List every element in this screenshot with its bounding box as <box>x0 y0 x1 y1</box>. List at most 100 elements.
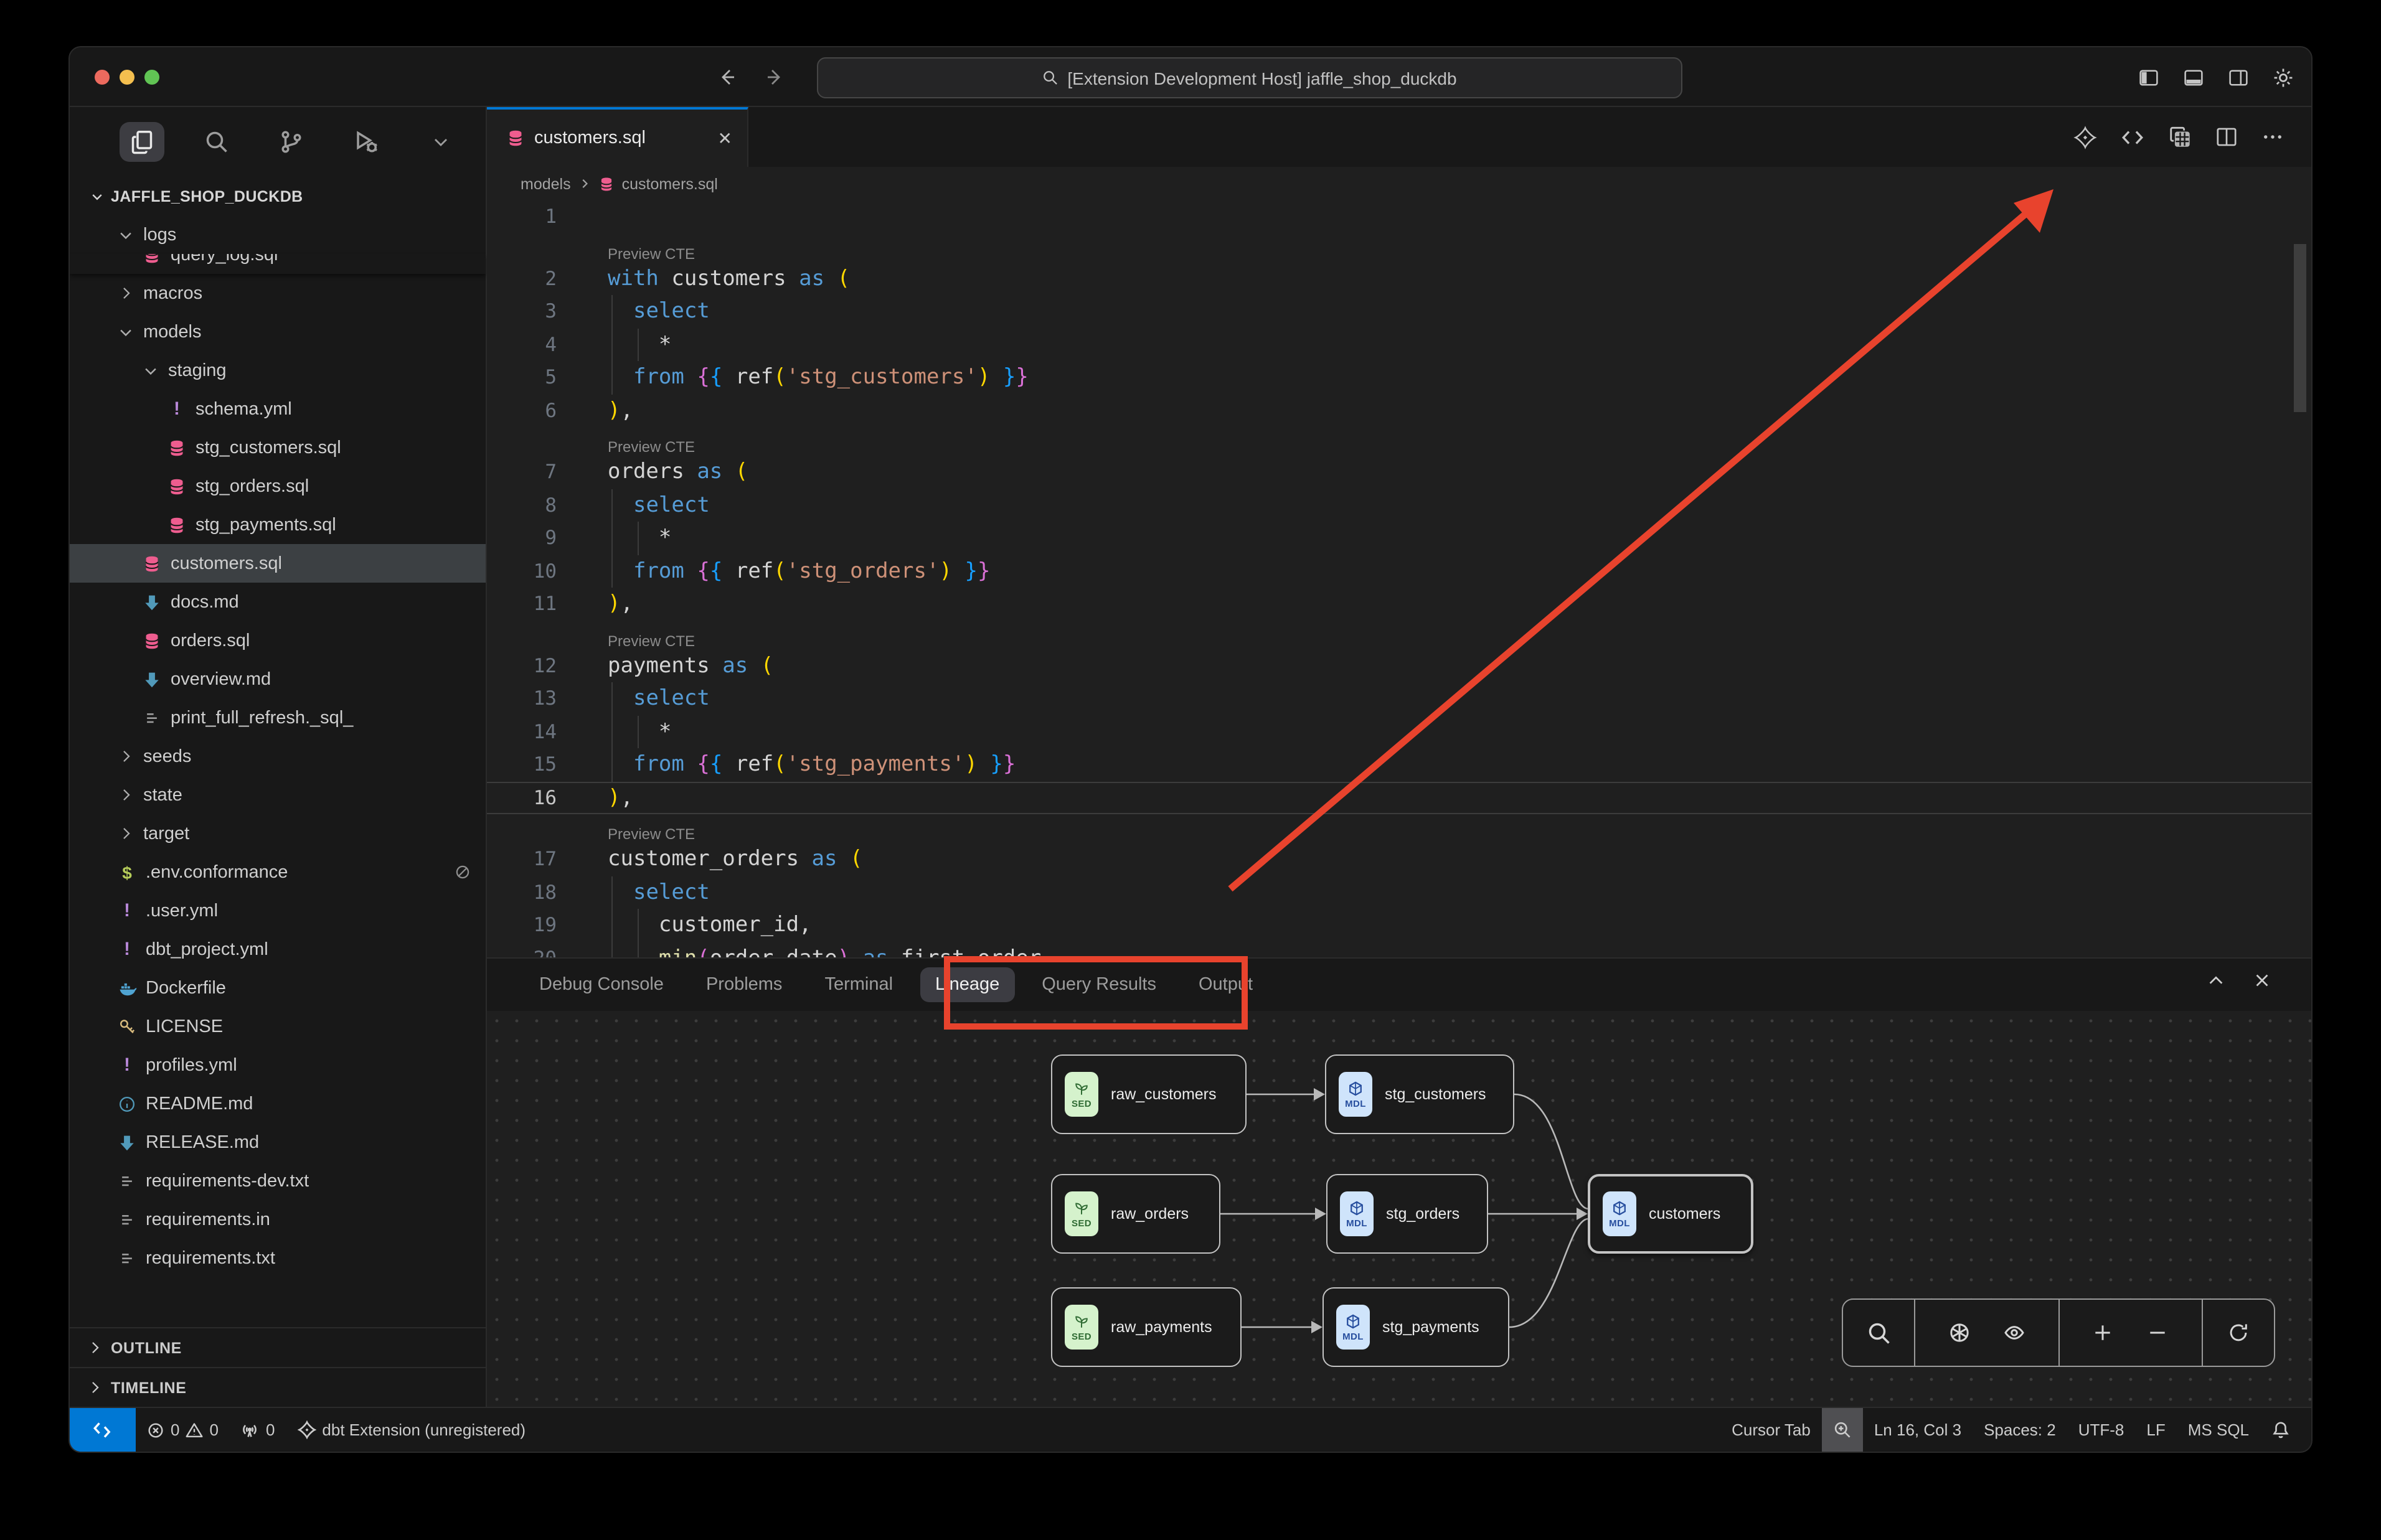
code-area[interactable]: 1Preview CTE2with customers as (3 select… <box>487 200 2311 957</box>
activity-git-branch-icon[interactable] <box>269 122 314 162</box>
lineage-node-raw_customers[interactable]: SEDraw_customers <box>1051 1054 1247 1134</box>
editor-scrollbar[interactable] <box>2294 244 2306 412</box>
tree-item-stg-orders-sql[interactable]: stg_orders.sql <box>70 467 486 505</box>
tree-item-profiles-yml[interactable]: !profiles.yml <box>70 1046 486 1084</box>
maximize-panel-icon[interactable] <box>2207 971 2225 990</box>
tree-item-macros[interactable]: macros <box>70 274 486 312</box>
code-line-17[interactable]: 17customer_orders as ( <box>487 843 2311 876</box>
lineage-eye-icon[interactable] <box>2003 1322 2024 1343</box>
tree-item--env-conformance[interactable]: $.env.conformance <box>70 853 486 891</box>
tree-item-requirements-in[interactable]: requirements.in <box>70 1200 486 1239</box>
dbt-logo-icon[interactable] <box>2073 125 2097 149</box>
tree-item-state[interactable]: state <box>70 776 486 814</box>
code-line-9[interactable]: 9 * <box>487 522 2311 555</box>
code-line-16[interactable]: 16), <box>487 781 2311 814</box>
status-item-lf[interactable]: LF <box>2135 1408 2176 1452</box>
close-panel-icon[interactable] <box>2253 971 2271 990</box>
codelens-preview-cte[interactable]: Preview CTE <box>487 427 2311 456</box>
lineage-plus-icon[interactable] <box>2093 1322 2114 1343</box>
tree-item-readme-md[interactable]: README.md <box>70 1084 486 1123</box>
traffic-lights[interactable] <box>95 70 159 85</box>
tree-item--user-yml[interactable]: !.user.yml <box>70 891 486 930</box>
code-line-15[interactable]: 15 from {{ ref('stg_payments') }} <box>487 748 2311 781</box>
lineage-search-icon[interactable] <box>1866 1320 1891 1345</box>
code-line-18[interactable]: 18 select <box>487 876 2311 909</box>
panel-tab-problems[interactable]: Problems <box>691 967 798 1002</box>
tree-item-schema-yml[interactable]: !schema.yml <box>70 390 486 428</box>
code-line-14[interactable]: 14 * <box>487 715 2311 748</box>
tree-item-dbt-project-yml[interactable]: !dbt_project.yml <box>70 930 486 969</box>
more-actions-icon[interactable] <box>2261 126 2284 148</box>
breadcrumb-folder[interactable]: models <box>521 175 571 192</box>
tree-item-logs[interactable]: logs <box>70 215 486 254</box>
status-item-ms-sql[interactable]: MS SQL <box>2177 1408 2260 1452</box>
code-line-12[interactable]: 12payments as ( <box>487 649 2311 682</box>
tree-item-license[interactable]: LICENSE <box>70 1007 486 1046</box>
status-zoom-icon[interactable] <box>1822 1408 1863 1452</box>
panel-tab-query-results[interactable]: Query Results <box>1027 967 1171 1002</box>
lineage-node-customers[interactable]: MDLcustomers <box>1588 1174 1753 1254</box>
toggle-sidebar-icon[interactable] <box>2138 67 2159 88</box>
tree-item-seeds[interactable]: seeds <box>70 737 486 776</box>
lineage-node-stg_customers[interactable]: MDLstg_customers <box>1325 1054 1514 1134</box>
compiled-code-icon[interactable] <box>2121 125 2144 149</box>
status-item[interactable]: 00 <box>136 1408 230 1452</box>
status-item-cursor-tab[interactable]: Cursor Tab <box>1720 1408 1822 1452</box>
lineage-node-raw_orders[interactable]: SEDraw_orders <box>1051 1174 1220 1254</box>
status-item[interactable]: 0 <box>230 1408 286 1452</box>
status-item-utf-8[interactable]: UTF-8 <box>2067 1408 2136 1452</box>
tree-item-models[interactable]: models <box>70 312 486 351</box>
breadcrumb[interactable]: models customers.sql <box>487 167 2311 200</box>
tree-item-overview-md[interactable]: overview.md <box>70 660 486 698</box>
codelens-preview-cte[interactable]: Preview CTE <box>487 621 2311 649</box>
code-line-5[interactable]: 5 from {{ ref('stg_customers') }} <box>487 361 2311 394</box>
activity-chevron-down-icon[interactable] <box>418 122 463 162</box>
sidebar-section-timeline[interactable]: TIMELINE <box>70 1367 486 1407</box>
code-line-20[interactable]: 20 min(order_date) as first_order, <box>487 942 2311 957</box>
sidebar-section-outline[interactable]: OUTLINE <box>70 1327 486 1367</box>
breadcrumb-file[interactable]: customers.sql <box>622 175 718 192</box>
command-center-search[interactable]: [Extension Development Host] jaffle_shop… <box>817 57 1682 98</box>
lineage-canvas[interactable]: SEDraw_customers MDLstg_customers SEDraw_o… <box>487 1011 2311 1407</box>
toggle-secondary-sidebar-icon[interactable] <box>2228 67 2249 88</box>
code-line-6[interactable]: 6), <box>487 394 2311 427</box>
panel-tab-output[interactable]: Output <box>1184 967 1268 1002</box>
tab-customers-sql[interactable]: customers.sql ✕ <box>487 107 748 167</box>
status-item-spaces-2[interactable]: Spaces: 2 <box>1973 1408 2067 1452</box>
gear-icon[interactable] <box>2273 67 2294 88</box>
code-line-1[interactable]: 1 <box>487 200 2311 233</box>
toggle-panel-icon[interactable] <box>2183 67 2204 88</box>
tree-item-dockerfile[interactable]: Dockerfile <box>70 969 486 1007</box>
query-results-icon[interactable] <box>2168 125 2192 149</box>
tree-item-requirements-dev-txt[interactable]: requirements-dev.txt <box>70 1162 486 1200</box>
activity-files-icon[interactable] <box>120 122 164 162</box>
activity-search-icon[interactable] <box>194 122 239 162</box>
lineage-refresh-icon[interactable] <box>2228 1322 2249 1343</box>
codelens-preview-cte[interactable]: Preview CTE <box>487 814 2311 843</box>
tree-item-customers-sql[interactable]: customers.sql <box>70 544 486 583</box>
back-arrow-icon[interactable] <box>717 67 737 87</box>
tree-item-staging[interactable]: staging <box>70 351 486 390</box>
lineage-minus-icon[interactable] <box>2147 1322 2168 1343</box>
code-line-19[interactable]: 19 customer_id, <box>487 909 2311 942</box>
code-line-7[interactable]: 7orders as ( <box>487 456 2311 489</box>
code-line-4[interactable]: 4 * <box>487 328 2311 361</box>
close-window-button[interactable] <box>95 70 110 85</box>
tree-item-orders-sql[interactable]: orders.sql <box>70 621 486 660</box>
activity-debug-icon[interactable] <box>344 122 389 162</box>
code-line-11[interactable]: 11), <box>487 588 2311 621</box>
tree-item-stg-payments-sql[interactable]: stg_payments.sql <box>70 505 486 544</box>
zoom-window-button[interactable] <box>144 70 159 85</box>
explorer-project-header[interactable]: JAFFLE_SHOP_DUCKDB <box>70 177 486 215</box>
status-item[interactable]: dbt Extension (unregistered) <box>286 1408 537 1452</box>
status-item-ln-16-col-3[interactable]: Ln 16, Col 3 <box>1863 1408 1973 1452</box>
panel-tab-terminal[interactable]: Terminal <box>809 967 908 1002</box>
tree-item-docs-md[interactable]: docs.md <box>70 583 486 621</box>
close-tab-icon[interactable]: ✕ <box>718 128 732 149</box>
lineage-node-stg_payments[interactable]: MDLstg_payments <box>1323 1287 1509 1367</box>
split-editor-icon[interactable] <box>2215 126 2238 148</box>
code-line-10[interactable]: 10 from {{ ref('stg_orders') }} <box>487 555 2311 588</box>
lineage-node-stg_orders[interactable]: MDLstg_orders <box>1326 1174 1488 1254</box>
tree-item-target[interactable]: target <box>70 814 486 853</box>
status-bell-icon[interactable] <box>2260 1408 2301 1452</box>
